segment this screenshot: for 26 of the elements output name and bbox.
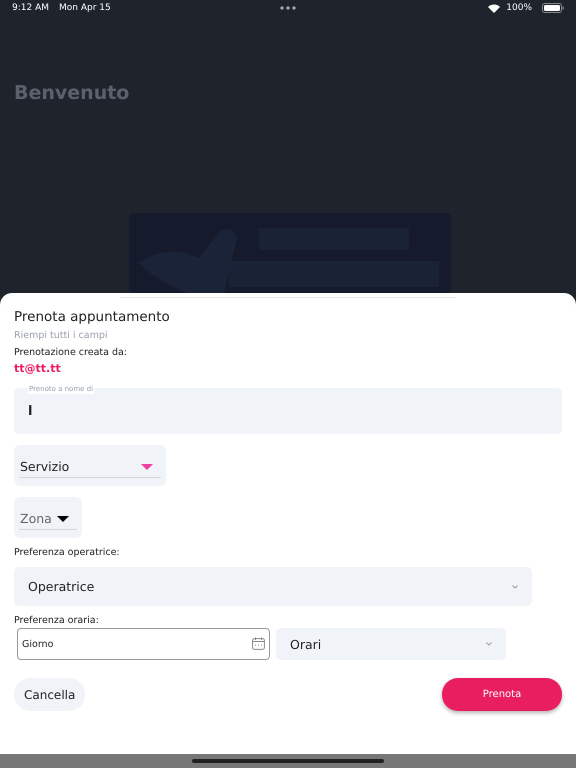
more-dots-icon bbox=[280, 6, 296, 10]
book-button[interactable]: Prenota bbox=[442, 678, 562, 711]
created-by-label: Prenotazione creata da: bbox=[14, 347, 128, 358]
caret-icon bbox=[141, 464, 153, 470]
time-label: Preferenza oraria: bbox=[14, 615, 100, 626]
caret-icon bbox=[57, 516, 69, 522]
battery-percent: 100% bbox=[506, 3, 532, 13]
operator-label: Preferenza operatrice: bbox=[14, 547, 121, 558]
service-dropdown[interactable]: Servizio bbox=[14, 445, 166, 486]
chevron-icon bbox=[486, 642, 492, 646]
cancel-button[interactable]: Cancella bbox=[14, 678, 86, 711]
operator-dropdown[interactable]: Operatrice bbox=[14, 567, 532, 606]
creator-email: tt@tt.tt bbox=[14, 362, 62, 375]
wifi-icon bbox=[488, 4, 500, 12]
battery-icon bbox=[542, 3, 564, 13]
day-field[interactable]: Giorno bbox=[17, 628, 270, 660]
calendar-icon bbox=[252, 637, 265, 650]
sheet-subtitle: Riempi tutti i campi bbox=[14, 330, 109, 341]
status-time: 9:12 AM bbox=[12, 3, 49, 13]
status-date: Mon Apr 15 bbox=[59, 3, 111, 13]
home-indicator[interactable] bbox=[192, 759, 384, 763]
welcome-heading: Benvenuto bbox=[14, 82, 130, 104]
chevron-icon bbox=[512, 584, 518, 588]
sheet-title: Prenota appuntamento bbox=[14, 309, 171, 325]
hours-dropdown[interactable]: Orari bbox=[276, 628, 506, 660]
zone-dropdown[interactable]: Zona bbox=[14, 497, 82, 538]
